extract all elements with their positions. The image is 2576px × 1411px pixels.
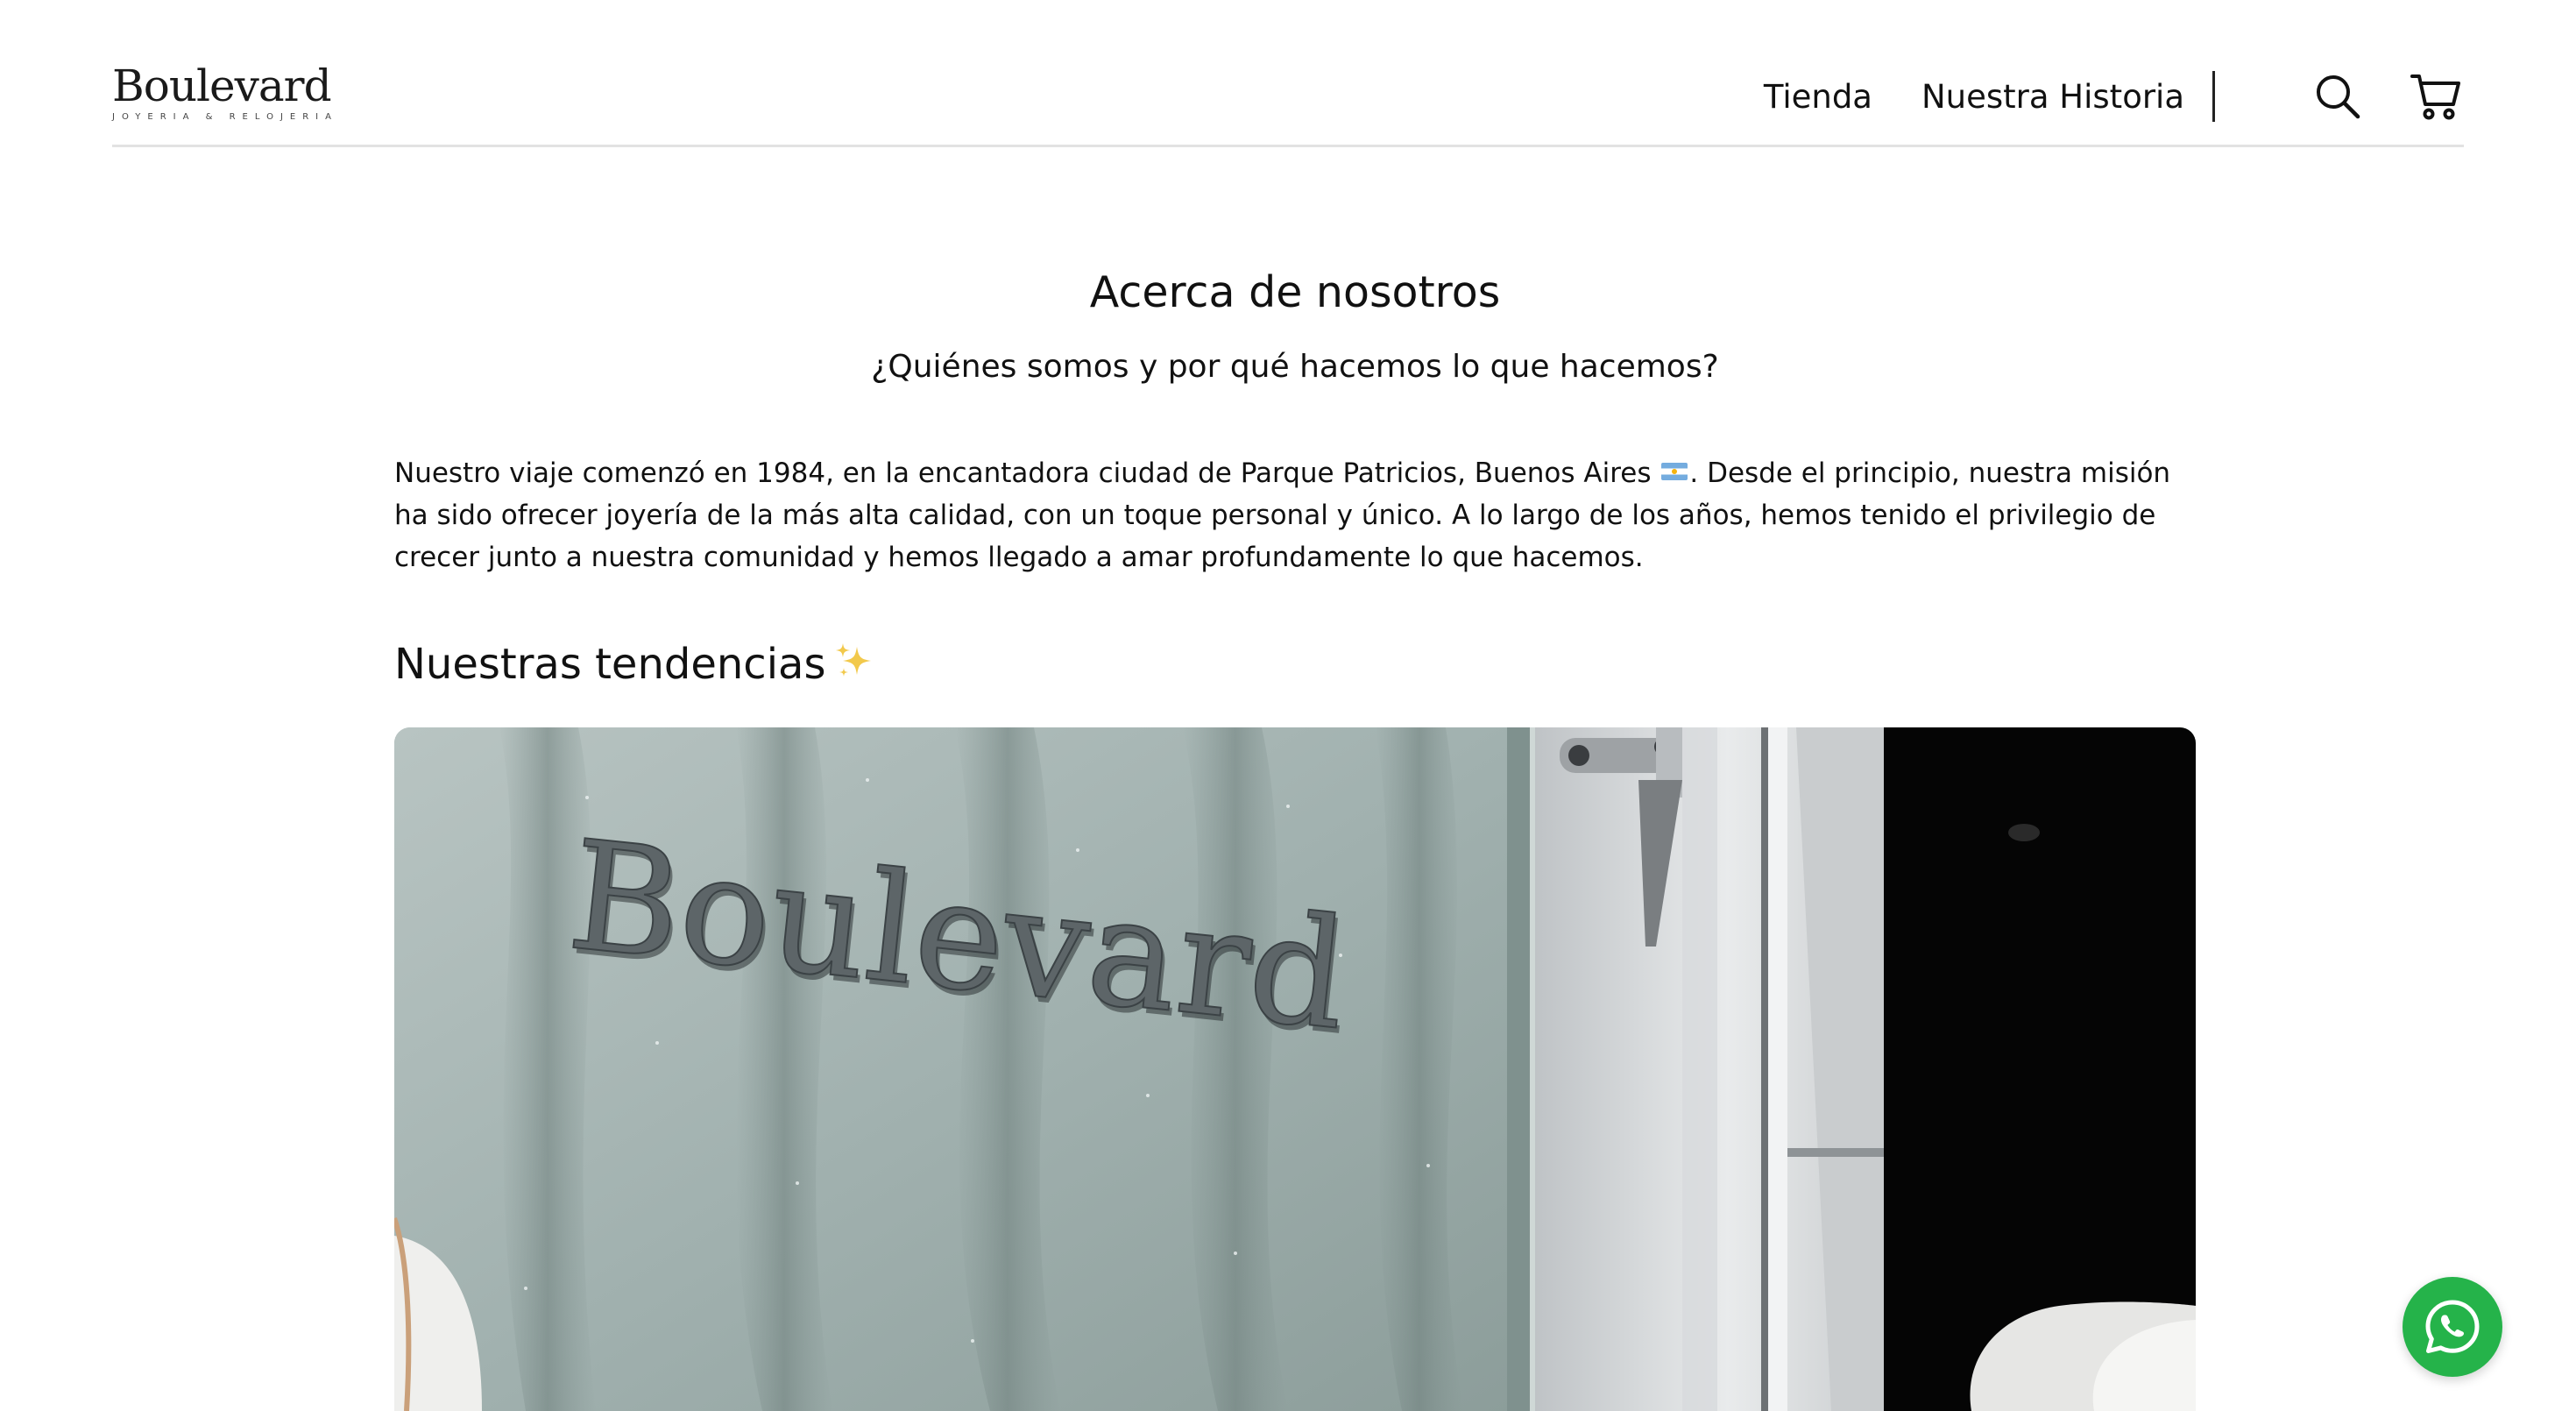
section-title-text: Nuestras tendencias (394, 640, 826, 689)
search-button[interactable] (2310, 68, 2366, 124)
search-icon (2317, 75, 2360, 119)
trends-photo: Boulevard Boulevard (394, 727, 2196, 1411)
about-section: Acerca de nosotros ¿Quiénes somos y por … (394, 147, 2196, 1411)
brand-tagline: JOYERIA & RELOJERIA (112, 112, 338, 122)
page-title: Acerca de nosotros (1089, 267, 1501, 317)
page-subtitle: ¿Quiénes somos y por qué hacemos lo que … (871, 349, 1719, 385)
intro-text-start: Nuestro viaje comenzó en 1984, en la enc… (394, 457, 1652, 489)
whatsapp-icon (2425, 1300, 2480, 1353)
nav-divider (2212, 71, 2215, 122)
nav-item-nuestra-historia[interactable]: Nuestra Historia (1921, 78, 2184, 116)
cart-icon (2410, 74, 2460, 120)
argentina-flag-icon (1661, 463, 1688, 480)
cart-button[interactable] (2408, 68, 2464, 124)
main-nav: Tienda Nuestra Historia (1715, 68, 2464, 124)
brand-name: Boulevard (112, 60, 332, 111)
storefront-illustration: Boulevard Boulevard (394, 727, 2196, 1411)
nav-item-tienda[interactable]: Tienda (1764, 78, 1872, 116)
site-header: Boulevard JOYERIA & RELOJERIA Tienda Nue… (112, 0, 2464, 147)
whatsapp-button[interactable] (2403, 1277, 2502, 1377)
sparkles-icon (836, 643, 872, 677)
brand-logo[interactable]: Boulevard JOYERIA & RELOJERIA (112, 63, 338, 122)
intro-paragraph: Nuestro viaje comenzó en 1984, en la enc… (394, 452, 2196, 578)
section-title: Nuestras tendencias (394, 636, 2196, 692)
